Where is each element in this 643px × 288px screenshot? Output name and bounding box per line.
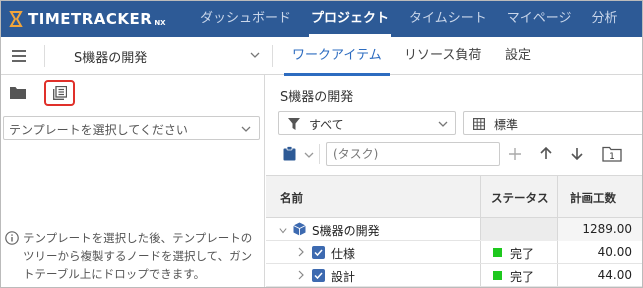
row-name: 仕様 <box>331 247 356 261</box>
column-header-status[interactable]: ステータス <box>491 190 549 206</box>
template-button[interactable] <box>44 80 75 106</box>
work-item-panel: S機器の開発 すべて 標準 1 名前 ステータス 計画 <box>266 75 643 288</box>
column-divider <box>480 241 481 263</box>
row-name: S機器の開発 <box>312 224 380 238</box>
column-header-name[interactable]: 名前 <box>280 190 303 206</box>
filter-select-value: すべて <box>309 118 344 132</box>
arrow-up-icon[interactable] <box>540 147 552 160</box>
chevron-down-icon <box>241 126 251 132</box>
tab-work-items[interactable]: ワークアイテム <box>284 37 390 76</box>
table-header: 名前 ステータス 計画工数 <box>266 175 643 218</box>
divider <box>272 45 273 67</box>
row-planned-hours: 44.00 <box>597 268 632 282</box>
filter-select[interactable]: すべて <box>278 111 456 135</box>
table-icon <box>473 118 485 130</box>
chevron-right-icon[interactable] <box>297 247 305 257</box>
template-select[interactable]: テンプレートを選択してください <box>3 116 260 140</box>
add-icon[interactable] <box>509 148 521 160</box>
view-select-value: 標準 <box>494 118 519 132</box>
row-planned-hours: 40.00 <box>597 245 632 259</box>
folder-level-icon[interactable]: 1 <box>602 145 622 162</box>
table-row[interactable]: 設計 完了 44.00 <box>266 264 643 287</box>
table-row[interactable]: S機器の開発 1289.00 <box>266 218 643 241</box>
task-name-input[interactable] <box>326 142 500 166</box>
column-header-planned[interactable]: 計画工数 <box>570 190 616 206</box>
row-status: 完了 <box>510 247 535 261</box>
view-select[interactable]: 標準 <box>463 111 643 135</box>
project-title[interactable]: S機器の開発 <box>74 47 147 66</box>
svg-text:1: 1 <box>609 152 615 162</box>
nav-mypage[interactable]: マイページ <box>497 0 582 37</box>
template-icon <box>53 86 67 100</box>
panel-title: S機器の開発 <box>280 90 354 105</box>
row-planned-hours: 1289.00 <box>582 222 632 236</box>
clipboard-icon[interactable] <box>283 146 296 161</box>
chevron-down-icon[interactable] <box>304 150 314 160</box>
arrow-down-icon[interactable] <box>571 147 583 160</box>
table-row[interactable]: 仕様 完了 40.00 <box>266 241 643 264</box>
nav-project[interactable]: プロジェクト <box>301 0 399 37</box>
status-done-indicator <box>493 248 502 257</box>
column-divider <box>480 176 481 217</box>
template-help-text: テンプレートを選択した後、テンプレートのツリーから複製するノードを選択して、ガン… <box>23 231 253 281</box>
logo-text: TIMETRACKER <box>28 9 153 28</box>
divider <box>44 45 45 67</box>
logo-icon <box>9 10 23 27</box>
app-logo[interactable]: TIMETRACKER NX <box>0 0 190 37</box>
chevron-right-icon[interactable] <box>297 270 305 280</box>
tab-settings[interactable]: 設定 <box>505 37 531 75</box>
info-icon <box>5 231 19 245</box>
top-nav: TIMETRACKER NX ダッシュボード プロジェクト タイムシート マイペ… <box>0 0 643 37</box>
template-panel: テンプレートを選択してください テンプレートを選択した後、テンプレートのツリーか… <box>0 75 265 288</box>
column-divider <box>557 264 558 286</box>
gantt-table: 名前 ステータス 計画工数 S機器の開発 1289.00 仕様 完了 40.00… <box>266 175 643 287</box>
template-select-value: テンプレートを選択してください <box>9 123 188 137</box>
chevron-down-icon[interactable] <box>279 226 287 236</box>
nav-timesheet[interactable]: タイムシート <box>399 0 497 37</box>
checkbox-icon <box>312 269 325 282</box>
column-divider <box>480 218 481 240</box>
column-divider <box>557 241 558 263</box>
divider <box>319 144 320 164</box>
cube-icon <box>293 222 306 236</box>
menu-icon[interactable] <box>12 50 26 62</box>
nav-analysis[interactable]: 分析 <box>582 0 628 37</box>
status-done-indicator <box>493 271 502 280</box>
column-divider <box>557 176 558 217</box>
filter-icon <box>288 118 300 130</box>
row-name: 設計 <box>331 270 356 284</box>
logo-suffix: NX <box>154 18 166 27</box>
chevron-down-icon <box>438 121 448 127</box>
column-divider <box>480 264 481 286</box>
chevron-down-icon[interactable] <box>250 50 260 60</box>
status-cell <box>480 218 557 241</box>
nav-dashboard[interactable]: ダッシュボード <box>190 0 301 37</box>
row-status: 完了 <box>510 270 535 284</box>
tab-resource-load[interactable]: リソース負荷 <box>404 37 481 75</box>
project-bar: S機器の開発 ワークアイテム リソース負荷 設定 <box>0 37 643 76</box>
checkbox-icon <box>312 246 325 259</box>
folder-icon[interactable] <box>8 83 28 103</box>
